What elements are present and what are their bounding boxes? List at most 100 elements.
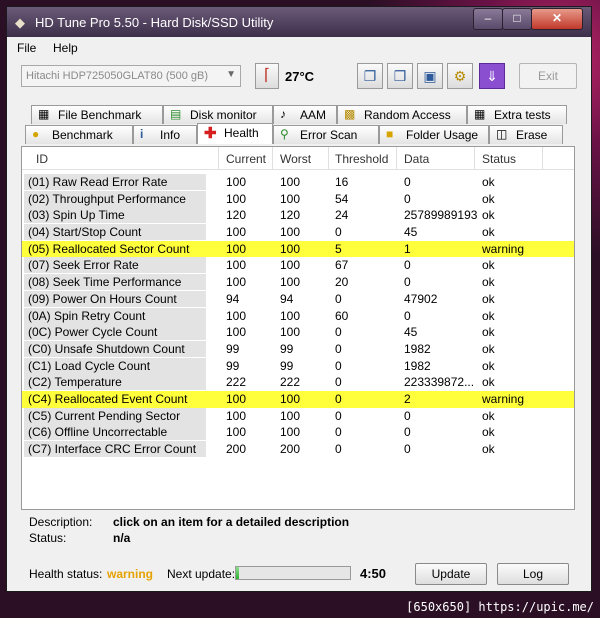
cell-status: ok [482,208,495,223]
tab-benchmark[interactable]: ● Benchmark [25,125,133,144]
cell-threshold: 0 [335,325,342,340]
maximize-button[interactable]: □ [502,8,532,30]
tab-extra-tests[interactable]: ▦ Extra tests [467,105,567,124]
cell-current: 120 [226,208,247,223]
cell-status: ok [482,258,495,273]
cell-threshold: 60 [335,308,349,323]
cell-status: ok [482,341,495,356]
log-button[interactable]: Log [497,563,569,585]
cell-worst: 100 [280,408,301,423]
copy-info-button[interactable]: ❐ [357,63,383,89]
tab-disk-monitor[interactable]: ▤ Disk monitor [163,105,273,124]
tab-label: Disk monitor [190,108,257,122]
health-cross-icon: ✚ [204,125,217,142]
table-row[interactable]: (04) Start/Stop Count 100 100 0 45 ok [22,224,574,241]
table-row[interactable]: (08) Seek Time Performance 100 100 20 0 ok [22,274,574,291]
cell-status: ok [482,358,495,373]
cell-threshold: 67 [335,258,349,273]
cell-threshold: 0 [335,408,342,423]
tab-folder-usage[interactable]: ■ Folder Usage [379,125,489,144]
column-header-worst[interactable]: Worst [280,152,311,166]
table-row[interactable]: (C0) Unsafe Shutdown Count 99 99 0 1982 ok [22,340,574,358]
tab-health[interactable]: ✚ Health [197,123,273,144]
table-row[interactable]: (C6) Offline Uncorrectable 100 100 0 0 ok [22,424,574,441]
cell-worst: 200 [280,442,301,456]
cell-threshold: 54 [335,191,349,206]
column-header-status[interactable]: Status [482,152,516,166]
options-button[interactable]: ⚙ [447,63,473,89]
save-button[interactable]: ⇓ [479,63,505,89]
cell-status: ok [482,275,495,290]
title-bar[interactable]: ◆ HD Tune Pro 5.50 - Hard Disk/SSD Utili… [7,7,591,37]
camera-icon: ▣ [423,68,437,84]
cell-status: ok [482,408,495,423]
cell-threshold: 0 [335,291,342,306]
tab-label: Info [160,128,181,142]
table-row[interactable]: (C4) Reallocated Event Count 100 100 0 2 warn… [22,390,574,408]
table-row[interactable]: (0C) Power Cycle Count 100 100 0 45 ok [22,324,574,341]
cell-data: 47902 [404,291,438,306]
cell-status: ok [482,225,495,240]
copy-all-button[interactable]: ❒ [387,63,413,89]
exit-button[interactable]: Exit [519,63,577,89]
minimize-button[interactable]: – [473,8,503,30]
tab-error-scan[interactable]: ⚲ Error Scan [273,125,379,144]
cell-threshold: 16 [335,175,349,189]
cell-data: 0 [404,275,411,290]
close-button[interactable]: ✕ [531,8,583,30]
table-row[interactable]: (C2) Temperature 222 222 0 223339872... ok [22,374,574,391]
table-row[interactable]: (C5) Current Pending Sector 100 100 0 0 ok [22,407,574,425]
health-status-label: Health status: [29,567,103,581]
cell-status: ok [482,425,495,440]
column-header-id[interactable]: ID [36,152,48,166]
tab-erase[interactable]: ◫ Erase [489,125,563,144]
table-row[interactable]: (03) Spin Up Time 120 120 24 25789989193 ok [22,207,574,224]
screenshot-button[interactable]: ▣ [417,63,443,89]
cell-id: (C6) Offline Uncorrectable [24,424,206,441]
tab-info[interactable]: i Info [133,125,197,144]
tab-file-benchmark[interactable]: ▦ File Benchmark [31,105,163,124]
table-row[interactable]: (C1) Load Cycle Count 99 99 0 1982 ok [22,357,574,375]
file-benchmark-icon: ▦ [38,107,50,121]
column-divider [272,147,273,169]
cell-threshold: 0 [335,225,342,240]
cell-status: warning [482,391,525,406]
folder-icon: ■ [386,127,394,141]
status-value: n/a [113,531,131,545]
thermometer-icon[interactable]: ⌈ [255,63,279,89]
tab-aam[interactable]: ♪ AAM [273,105,337,124]
window-title: HD Tune Pro 5.50 - Hard Disk/SSD Utility [35,15,274,30]
table-row[interactable]: (05) Reallocated Sector Count 100 100 5 1 war… [22,240,574,258]
drive-select-value: Hitachi HDP725050GLAT80 (500 gB) [26,70,209,82]
download-arrow-icon: ⇓ [486,68,498,84]
cell-status: ok [482,191,495,206]
cell-data: 0 [404,442,411,456]
table-row[interactable]: (01) Raw Read Error Rate 100 100 16 0 ok [22,174,574,191]
table-row[interactable]: (C7) Interface CRC Error Count 200 200 0 0 ok [22,441,574,458]
update-button[interactable]: Update [415,563,487,585]
column-header-threshold[interactable]: Threshold [335,152,388,166]
column-header-data[interactable]: Data [404,152,429,166]
tab-random-access[interactable]: ▩ Random Access [337,105,467,124]
table-row[interactable]: (07) Seek Error Rate 100 100 67 0 ok [22,257,574,274]
column-header-current[interactable]: Current [226,152,266,166]
menu-help[interactable]: Help [53,41,78,55]
cell-status: warning [482,241,525,256]
cell-current: 100 [226,275,247,290]
app-window: ◆ HD Tune Pro 5.50 - Hard Disk/SSD Utili… [6,6,592,592]
table-row[interactable]: (09) Power On Hours Count 94 94 0 47902 ok [22,290,574,308]
cell-data: 0 [404,408,411,423]
cell-worst: 100 [280,191,301,206]
cell-data: 0 [404,308,411,323]
drive-select[interactable]: Hitachi HDP725050GLAT80 (500 gB) ▼ [21,65,241,87]
table-row[interactable]: (02) Throughput Performance 100 100 54 0 ok [22,190,574,208]
menu-file[interactable]: File [17,41,36,55]
cell-id: (08) Seek Time Performance [24,274,206,291]
cell-threshold: 5 [335,241,342,256]
table-row[interactable]: (0A) Spin Retry Count 100 100 60 0 ok [22,307,574,325]
cell-data: 223339872... [404,375,475,390]
cell-worst: 222 [280,375,301,390]
cell-worst: 100 [280,258,301,273]
app-icon: ◆ [15,15,25,30]
cell-current: 200 [226,442,247,456]
